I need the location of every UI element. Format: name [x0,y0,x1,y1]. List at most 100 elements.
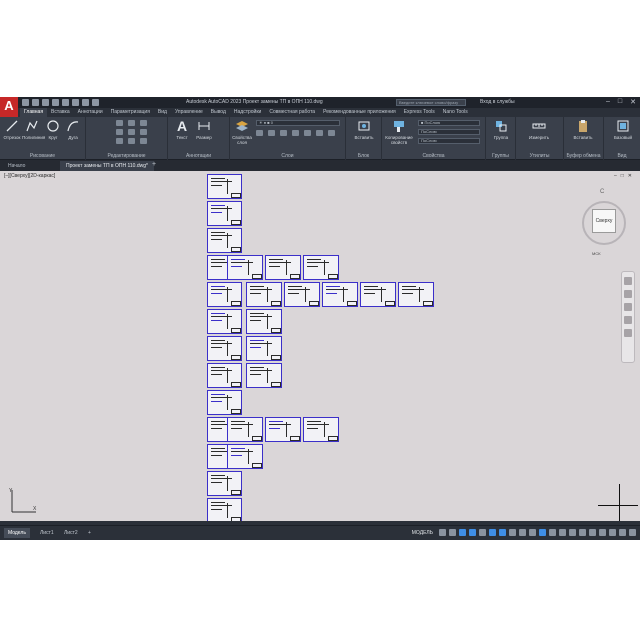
viewcube[interactable]: С Сверху МСК [580,189,630,259]
save-icon[interactable] [42,99,49,106]
layout-tab-model[interactable]: Модель [4,528,30,538]
line-tool[interactable]: Отрезок [2,119,22,140]
view-panel-title[interactable]: Вид [604,153,640,159]
drawing-sheet[interactable] [207,390,242,415]
new-file-icon[interactable] [22,99,29,106]
tab-addins[interactable]: Надстройки [230,108,265,117]
quick-properties-icon[interactable] [589,529,596,536]
rotate-icon[interactable] [128,120,135,126]
utilities-panel-title[interactable]: Утилиты [516,153,563,159]
grid-icon[interactable] [439,529,446,536]
customization-menu-icon[interactable] [629,529,636,536]
fillet-icon[interactable] [140,129,147,135]
osnap-icon[interactable] [499,529,506,536]
tab-drawing[interactable]: Проект замены ТП в ОПН 110.dwg* [60,161,154,171]
block-panel-title[interactable]: Блок [346,153,381,159]
add-layout-button[interactable]: + [84,528,95,538]
lineweight-icon[interactable] [509,529,516,536]
transparency-icon[interactable] [519,529,526,536]
circle-tool[interactable]: Круг [43,119,63,140]
hardware-acceleration-icon[interactable] [609,529,616,536]
properties-panel-title[interactable]: Свойства [382,153,485,159]
linetype-dropdown[interactable]: ПоСлою [418,138,480,144]
drawing-sheet[interactable] [265,255,301,280]
tab-view[interactable]: Вид [154,108,171,117]
text-tool[interactable]: A Текст [172,119,192,140]
ortho-icon[interactable] [459,529,466,536]
trim-icon[interactable] [140,120,147,126]
tab-annotate[interactable]: Аннотации [74,108,107,117]
viewcube-north[interactable]: С [600,189,604,195]
selection-cycling-icon[interactable] [529,529,536,536]
viewport-controls-label[interactable]: [–][Сверху][2D-каркас] [4,173,55,179]
annotation-visibility-icon[interactable] [569,529,576,536]
insert-block-tool[interactable]: Вставить [354,119,374,140]
web-mobile-icon[interactable] [62,99,69,106]
pan-icon[interactable] [624,290,632,298]
orbit-icon[interactable] [624,316,632,324]
annotation-monitor-icon[interactable] [539,529,546,536]
tab-express-tools[interactable]: Express Tools [400,108,439,117]
drawing-sheet[interactable] [246,282,282,307]
redo-icon[interactable] [92,99,99,106]
save-as-icon[interactable] [52,99,59,106]
tab-home[interactable]: Главная [20,108,48,117]
minimize-button[interactable]: – [606,98,610,106]
drawing-area[interactable]: [–][Сверху][2D-каркас] – □ ✕ С Сверху МС… [0,171,640,521]
group-tool[interactable]: Группа [491,119,511,140]
tab-featured-apps[interactable]: Рекомендованные приложения [319,108,400,117]
tab-insert[interactable]: Вставка [47,108,74,117]
drawing-sheet[interactable] [246,336,282,361]
polyline-tool[interactable]: Полилиния [22,119,45,140]
tab-nano-tools[interactable]: Nano Tools [439,108,472,117]
paste-tool[interactable]: Вставить [568,119,598,140]
steering-wheel-icon[interactable] [624,277,632,285]
undo-icon[interactable] [82,99,89,106]
tab-manage[interactable]: Управление [171,108,207,117]
drawing-sheet[interactable] [303,417,339,442]
polar-icon[interactable] [469,529,476,536]
match-properties-tool[interactable]: Копирование свойств [384,119,414,145]
drawing-sheet[interactable] [227,255,263,280]
drawing-sheet[interactable] [207,471,242,496]
drawing-sheet[interactable] [207,363,242,388]
drawing-sheet[interactable] [246,309,282,334]
zoom-icon[interactable] [624,303,632,311]
layer-tool-icon[interactable] [268,130,275,136]
drawing-sheet[interactable] [360,282,396,307]
drawing-sheet[interactable] [246,363,282,388]
layer-tool-icon[interactable] [280,130,287,136]
base-view-tool[interactable]: Базовый [610,119,636,140]
tab-start[interactable]: Начало [2,161,31,171]
workspace-gear-icon[interactable] [559,529,566,536]
snap-icon[interactable] [449,529,456,536]
array-icon[interactable] [140,138,147,144]
layer-tool-icon[interactable] [316,130,323,136]
color-dropdown[interactable]: ■ ПоСлою [418,120,480,126]
wcs-menu[interactable]: МСК [592,251,601,256]
drawing-sheet[interactable] [284,282,320,307]
autocad-logo-icon[interactable]: A [0,97,18,118]
osnap-tracking-icon[interactable] [489,529,496,536]
annotation-scale-icon[interactable] [549,529,556,536]
tab-parametric[interactable]: Параметризация [107,108,154,117]
copy-icon[interactable] [116,129,123,135]
viewport-maximize-button[interactable]: □ [621,173,624,179]
tab-output[interactable]: Вывод [207,108,230,117]
isolate-objects-icon[interactable] [599,529,606,536]
drawing-sheet[interactable] [227,417,263,442]
print-icon[interactable] [72,99,79,106]
mirror-icon[interactable] [128,129,135,135]
new-tab-button[interactable]: + [152,161,156,168]
groups-panel-title[interactable]: Группы [486,153,515,159]
measure-tool[interactable]: Измерить [524,119,554,140]
lineweight-dropdown[interactable]: ПоСлою [418,129,480,135]
layer-properties-tool[interactable]: Свойства слоя [232,119,252,145]
model-space-toggle[interactable]: МОДЕЛЬ [412,530,433,536]
units-icon[interactable] [579,529,586,536]
layer-tool-icon[interactable] [256,130,263,136]
showmotion-icon[interactable] [624,329,632,337]
layers-panel-title[interactable]: Слои [230,153,345,159]
layer-tool-icon[interactable] [328,130,335,136]
drawing-sheet[interactable] [303,255,339,280]
